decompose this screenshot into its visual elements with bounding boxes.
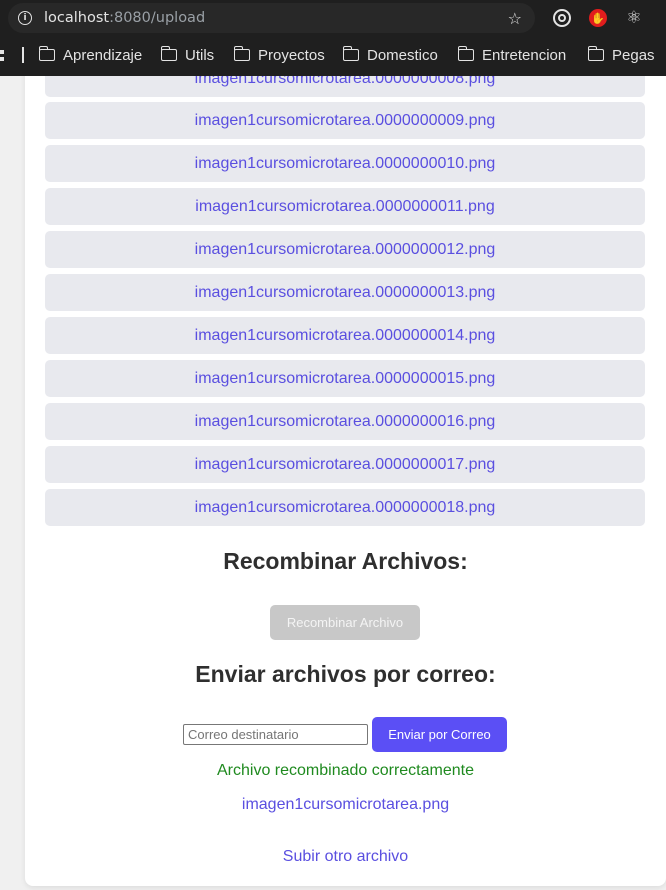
upload-another-link[interactable]: Subir otro archivo <box>283 848 408 865</box>
file-list-item: imagen1cursomicrotarea.0000000011.png <box>45 188 645 225</box>
file-list-item: imagen1cursomicrotarea.0000000015.png <box>45 360 645 397</box>
file-link[interactable]: imagen1cursomicrotarea.0000000018.png <box>195 499 496 517</box>
file-list-item: imagen1cursomicrotarea.0000000013.png <box>45 274 645 311</box>
file-link[interactable]: imagen1cursomicrotarea.0000000014.png <box>195 327 496 345</box>
bookmark-domestico[interactable]: Domestico <box>342 45 438 65</box>
apps-grid-icon[interactable] <box>0 50 6 62</box>
bookmark-utils[interactable]: Utils <box>160 45 215 65</box>
bookmark-label: Utils <box>185 46 215 64</box>
bookmark-pegas[interactable]: Pegas <box>587 45 655 65</box>
recombine-button[interactable]: Recombinar Archivo <box>270 605 420 640</box>
bookmark-proyectos[interactable]: Proyectos <box>233 45 325 65</box>
url-text[interactable]: localhost:8080/upload <box>44 10 205 26</box>
bookmark-label: Domestico <box>367 46 438 64</box>
file-list-item: imagen1cursomicrotarea.0000000018.png <box>45 489 645 526</box>
file-list-item: imagen1cursomicrotarea.0000000014.png <box>45 317 645 354</box>
url-host: localhost <box>44 10 110 26</box>
folder-icon <box>342 46 359 61</box>
bookmark-aprendizaje[interactable]: Aprendizaje <box>38 45 143 65</box>
file-link[interactable]: imagen1cursomicrotarea.0000000017.png <box>195 456 496 474</box>
file-list-item: imagen1cursomicrotarea.0000000009.png <box>45 102 645 139</box>
status-message: Archivo recombinado correctamente <box>216 762 474 779</box>
email-recipient-input[interactable] <box>183 724 368 745</box>
address-bar[interactable]: i localhost:8080/upload ☆ <box>8 3 535 33</box>
bookmark-label: Pegas <box>612 46 655 64</box>
bookmark-entretencion[interactable]: Entretencion <box>457 45 567 65</box>
file-list-item: imagen1cursomicrotarea.0000000016.png <box>45 403 645 440</box>
bookmark-label: Proyectos <box>258 46 325 64</box>
file-link[interactable]: imagen1cursomicrotarea.0000000013.png <box>195 284 496 302</box>
email-heading: Enviar archivos por correo: <box>195 661 496 687</box>
folder-icon <box>38 46 55 61</box>
bookmark-label: Aprendizaje <box>63 46 143 64</box>
file-link[interactable]: imagen1cursomicrotarea.0000000008.png <box>195 76 496 88</box>
page-viewport: imagen1cursomicrotarea.0000000008.png im… <box>0 76 666 890</box>
file-link[interactable]: imagen1cursomicrotarea.0000000010.png <box>195 155 496 173</box>
file-list-item: imagen1cursomicrotarea.0000000008.png <box>45 76 645 97</box>
file-link[interactable]: imagen1cursomicrotarea.0000000011.png <box>195 198 494 216</box>
result-file: imagen1cursomicrotarea.png <box>25 796 666 814</box>
file-list-item: imagen1cursomicrotarea.0000000012.png <box>45 231 645 268</box>
bookmark-label: Entretencion <box>482 46 567 64</box>
url-path: :8080/upload <box>109 10 206 26</box>
result-file-link[interactable]: imagen1cursomicrotarea.png <box>242 796 449 813</box>
folder-icon <box>587 46 604 61</box>
file-link[interactable]: imagen1cursomicrotarea.0000000009.png <box>195 112 496 130</box>
browser-chrome: i localhost:8080/upload ☆ ✋ ⚛ Aprendizaj… <box>0 0 666 76</box>
file-link[interactable]: imagen1cursomicrotarea.0000000016.png <box>195 413 496 431</box>
file-link[interactable]: imagen1cursomicrotarea.0000000015.png <box>195 370 496 388</box>
bookmark-star-icon[interactable]: ☆ <box>508 9 522 28</box>
extension-hand-icon[interactable]: ✋ <box>589 9 607 27</box>
bookmarks-bar: Aprendizaje Utils Proyectos Domestico En… <box>0 38 666 72</box>
recombine-heading: Recombinar Archivos: <box>223 548 468 574</box>
folder-icon <box>233 46 250 61</box>
file-list-item: imagen1cursomicrotarea.0000000017.png <box>45 446 645 483</box>
folder-icon <box>457 46 474 61</box>
folder-icon <box>160 46 177 61</box>
file-link[interactable]: imagen1cursomicrotarea.0000000012.png <box>195 241 496 259</box>
send-email-button[interactable]: Enviar por Correo <box>372 717 507 752</box>
extension-target-icon[interactable] <box>553 9 571 27</box>
file-list-item: imagen1cursomicrotarea.0000000010.png <box>45 145 645 182</box>
upload-another: Subir otro archivo <box>25 848 666 866</box>
extension-react-icon[interactable]: ⚛ <box>625 9 643 27</box>
site-info-icon[interactable]: i <box>18 11 32 25</box>
bookmarks-separator <box>22 47 24 63</box>
